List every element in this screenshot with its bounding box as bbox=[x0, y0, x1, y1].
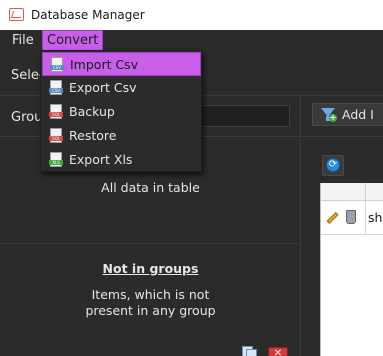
not-in-groups-title[interactable]: Not in groups bbox=[0, 261, 301, 276]
menu-item-restore[interactable]: SQL Restore bbox=[42, 124, 201, 148]
divider bbox=[0, 243, 301, 244]
menu-item-label: Restore bbox=[69, 128, 117, 143]
records-table: sha bbox=[320, 183, 383, 356]
all-data-item[interactable]: All data in table bbox=[0, 180, 301, 195]
delete-icon[interactable]: ✕ bbox=[268, 347, 288, 356]
filter-add-icon: + bbox=[321, 108, 337, 122]
menu-item-backup[interactable]: SQL Backup bbox=[42, 100, 201, 124]
menu-item-label: Export Csv bbox=[69, 80, 137, 95]
table-row[interactable]: sha bbox=[321, 201, 383, 235]
csv-file-icon: CSV bbox=[50, 57, 64, 72]
menu-item-import-csv[interactable]: CSV Import Csv bbox=[42, 52, 201, 76]
menu-item-export-xls[interactable]: XLS Export Xls bbox=[42, 148, 201, 172]
edit-pencil-icon[interactable] bbox=[326, 211, 339, 225]
window-title: Database Manager bbox=[31, 8, 145, 22]
menu-item-label: Import Csv bbox=[70, 57, 139, 72]
menu-item-label: Backup bbox=[69, 104, 115, 119]
table-cell: sha bbox=[368, 210, 383, 225]
app-logo-icon bbox=[9, 8, 24, 21]
add-filter-label: Add I bbox=[342, 107, 374, 122]
not-in-groups-desc-line: present in any group bbox=[85, 303, 216, 318]
title-bar: Database Manager bbox=[0, 0, 383, 30]
records-panel: + Add I ⟳ sha bbox=[302, 96, 383, 356]
copy-icon[interactable] bbox=[240, 346, 260, 356]
sql-file-icon: SQL bbox=[49, 104, 63, 119]
menu-convert[interactable]: Convert bbox=[42, 30, 104, 51]
divider bbox=[302, 136, 383, 137]
xls-file-icon: XLS bbox=[49, 152, 63, 167]
not-in-groups-description: Items, which is not present in any group bbox=[0, 287, 301, 319]
refresh-icon: ⟳ bbox=[326, 158, 340, 172]
menu-bar: File Convert bbox=[0, 30, 383, 51]
group-search-input[interactable] bbox=[190, 105, 290, 127]
add-filter-button[interactable]: + Add I bbox=[312, 103, 383, 126]
sql-file-icon: SQL bbox=[49, 128, 63, 143]
menu-item-export-csv[interactable]: CSV Export Csv bbox=[42, 76, 201, 100]
refresh-button[interactable]: ⟳ bbox=[322, 155, 344, 176]
convert-dropdown-menu: CSV Import Csv CSV Export Csv SQL Backup… bbox=[40, 50, 202, 172]
table-header bbox=[321, 183, 383, 201]
menu-item-label: Export Xls bbox=[69, 152, 133, 167]
menu-file[interactable]: File bbox=[8, 30, 38, 51]
trash-icon[interactable] bbox=[346, 210, 356, 224]
csv-file-icon: CSV bbox=[49, 80, 63, 95]
not-in-groups-desc-line: Items, which is not bbox=[91, 287, 210, 302]
